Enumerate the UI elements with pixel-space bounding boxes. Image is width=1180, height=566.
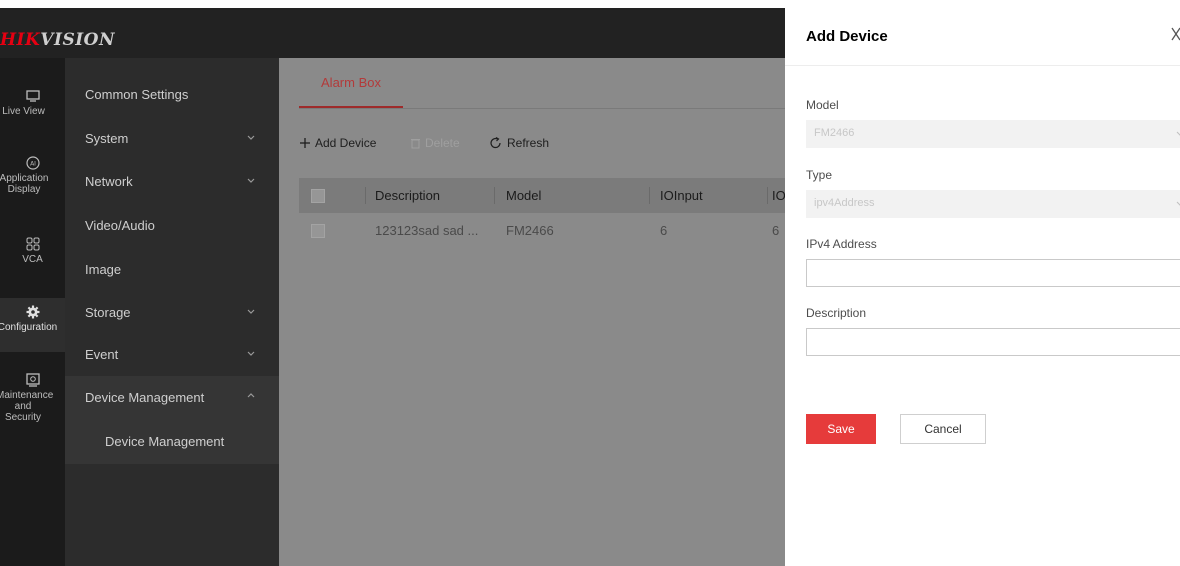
- config-menu: Common Settings System Network Video/Aud…: [65, 58, 279, 566]
- close-icon[interactable]: [1171, 27, 1180, 41]
- menu-item-network[interactable]: Network: [65, 160, 279, 204]
- rail-item-application-display[interactable]: AI Application Display: [0, 155, 65, 203]
- menu-item-video-audio[interactable]: Video/Audio: [65, 204, 279, 248]
- menu-item-storage[interactable]: Storage: [65, 291, 279, 335]
- drawer-title: Add Device: [806, 28, 888, 45]
- tab-bar: Alarm Box: [299, 58, 785, 109]
- refresh-icon: [490, 137, 501, 149]
- column-divider: [365, 187, 366, 204]
- table-row[interactable]: 123123sad sad ... FM2466 6 6: [299, 213, 785, 248]
- active-tab-indicator: [299, 106, 403, 108]
- description-label: Description: [806, 306, 867, 320]
- type-select[interactable]: ipv4Address: [806, 190, 1180, 218]
- column-divider: [767, 187, 768, 204]
- column-divider: [494, 187, 495, 204]
- menu-item-common-settings[interactable]: Common Settings: [65, 73, 279, 117]
- plus-icon: [300, 138, 310, 148]
- chevron-down-icon: [247, 351, 255, 356]
- drawer-header: Add Device: [785, 8, 1180, 66]
- table-header: Description Model IOInput IO: [299, 178, 786, 213]
- trash-icon: [411, 139, 420, 149]
- ipv4-address-label: IPv4 Address: [806, 237, 877, 251]
- rail-item-label: VCA: [22, 254, 43, 265]
- rail-item-configuration[interactable]: Configuration: [0, 298, 65, 352]
- rail-item-live-view[interactable]: Live View: [0, 88, 65, 128]
- add-device-drawer: Add Device Model FM2466 Type ipv4Address…: [785, 8, 1180, 566]
- nav-rail: Live View AI Application Display VCA Con…: [0, 58, 65, 566]
- model-select-value: FM2466: [814, 127, 855, 139]
- column-header-io[interactable]: IO: [772, 188, 786, 203]
- type-select-value: ipv4Address: [814, 197, 875, 209]
- chevron-down-icon: [247, 135, 255, 140]
- model-label: Model: [806, 98, 839, 112]
- monitor-icon: [25, 90, 40, 102]
- submenu-item-device-management[interactable]: Device Management: [65, 420, 279, 464]
- cancel-button[interactable]: Cancel: [900, 414, 986, 444]
- rail-item-label: Application Display: [0, 173, 49, 195]
- column-header-description[interactable]: Description: [375, 188, 440, 203]
- chevron-up-icon: [247, 393, 255, 398]
- column-header-ioinput[interactable]: IOInput: [660, 188, 703, 203]
- delete-button[interactable]: Delete: [410, 136, 460, 150]
- column-divider: [649, 187, 650, 204]
- ipv4-address-field[interactable]: [806, 259, 1180, 287]
- ai-icon: AI: [25, 156, 40, 170]
- menu-item-image[interactable]: Image: [65, 248, 279, 292]
- refresh-button[interactable]: Refresh: [489, 136, 549, 150]
- rail-item-label: Maintenance and Security: [0, 390, 54, 422]
- top-bar: HIKVISION: [0, 8, 785, 58]
- menu-item-event[interactable]: Event: [65, 333, 279, 377]
- svg-text:AI: AI: [30, 161, 36, 168]
- rail-item-vca[interactable]: VCA: [0, 236, 65, 276]
- maintenance-icon: [25, 373, 40, 387]
- main-content: Alarm Box Add Device Delete Refresh Desc…: [279, 58, 786, 566]
- chevron-down-icon: [1176, 201, 1180, 206]
- add-device-button[interactable]: Add Device: [299, 136, 376, 150]
- chevron-down-icon: [247, 178, 255, 183]
- select-all-checkbox[interactable]: [311, 189, 325, 203]
- cell-model: FM2466: [506, 223, 554, 238]
- rail-item-maintenance-security[interactable]: Maintenance and Security: [0, 372, 65, 422]
- type-label: Type: [806, 168, 833, 182]
- cell-description: 123123sad sad ...: [375, 223, 479, 238]
- chevron-down-icon: [1176, 131, 1180, 136]
- cell-io: 6: [772, 223, 780, 238]
- cell-ioinput: 6: [660, 223, 668, 238]
- menu-item-system[interactable]: System: [65, 117, 279, 161]
- column-header-model[interactable]: Model: [506, 188, 541, 203]
- chevron-down-icon: [247, 309, 255, 314]
- tab-alarm-box[interactable]: Alarm Box: [299, 75, 403, 90]
- save-button[interactable]: Save: [806, 414, 876, 444]
- rail-item-label: Configuration: [0, 322, 58, 333]
- description-field[interactable]: [806, 328, 1180, 356]
- model-select[interactable]: FM2466: [806, 120, 1180, 148]
- rail-item-label: Live View: [2, 106, 45, 117]
- hikvision-logo: HIKVISION: [0, 30, 116, 50]
- menu-item-device-management[interactable]: Device Management: [65, 376, 279, 420]
- grid-icon: [26, 237, 39, 251]
- row-checkbox[interactable]: [311, 224, 325, 238]
- gear-icon: [26, 305, 39, 319]
